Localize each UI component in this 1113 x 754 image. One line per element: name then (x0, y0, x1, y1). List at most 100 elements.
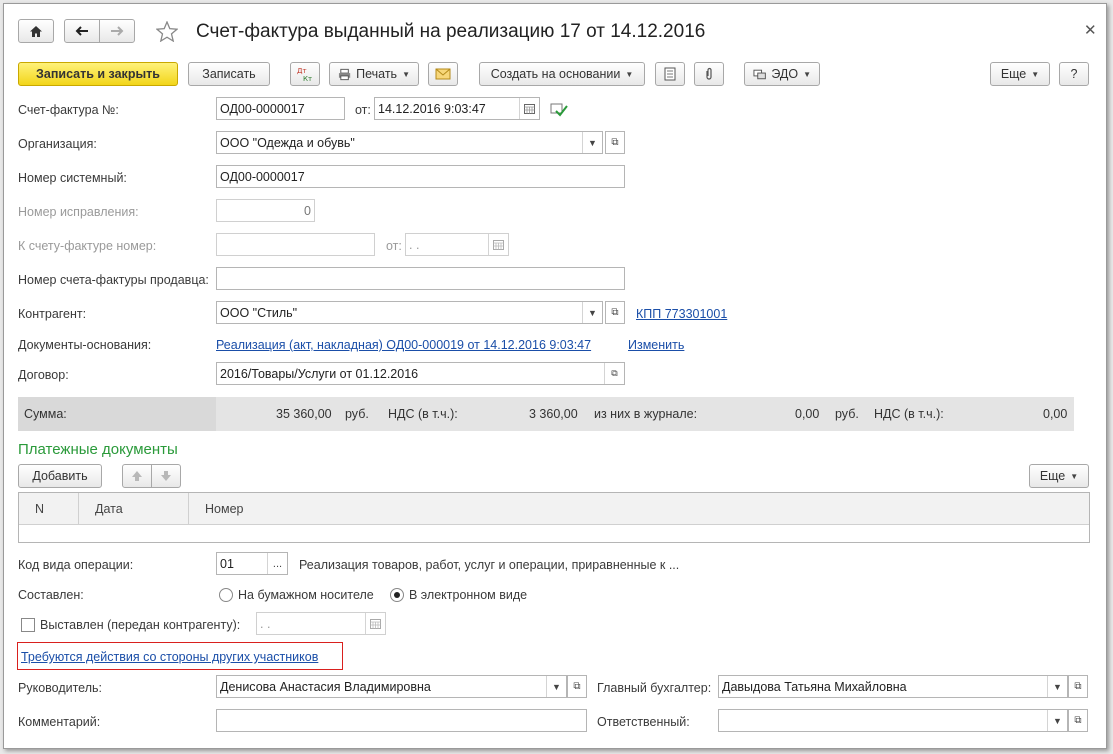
operation-code-field[interactable]: 01 ... (216, 552, 288, 575)
document-button[interactable] (655, 62, 685, 86)
organization-field[interactable]: ООО "Одежда и обувь" ▼ (216, 131, 603, 154)
head-value: Денисова Анастасия Владимировна (220, 679, 431, 694)
seller-invoice-number-field[interactable] (216, 267, 625, 290)
base-document-link[interactable]: Реализация (акт, накладная) ОД00-000019 … (216, 338, 591, 352)
payments-table[interactable]: N Дата Номер (18, 492, 1090, 543)
create-based-on-button[interactable]: Создать на основании ▼ (479, 62, 645, 86)
home-icon (30, 25, 42, 37)
correction-number-value: 0 (304, 203, 311, 218)
to-invoice-date-field[interactable]: . . (405, 233, 509, 256)
head-open-button[interactable]: ⧉ (567, 675, 587, 698)
chevron-down-icon[interactable]: ▼ (1047, 676, 1067, 697)
electronic-radio[interactable] (390, 588, 404, 602)
more-button[interactable]: Еще ▼ (990, 62, 1050, 86)
payments-more-button[interactable]: Еще ▼ (1029, 464, 1089, 488)
action-required-link[interactable]: Требуются действия со стороны других уча… (21, 650, 318, 664)
calendar-icon[interactable] (488, 234, 508, 255)
system-number-field[interactable]: ОД00-0000017 (216, 165, 625, 188)
organization-value: ООО "Одежда и обувь" (220, 135, 355, 150)
invoice-form-window: Счет-фактура выданный на реализацию 17 о… (3, 3, 1107, 749)
correction-number-field[interactable]: 0 (216, 199, 315, 222)
chief-accountant-open-button[interactable]: ⧉ (1068, 675, 1088, 698)
responsible-label: Ответственный: (597, 715, 690, 729)
paper-radio-label: На бумажном носителе (238, 588, 374, 602)
arrow-left-icon (75, 26, 88, 36)
check-status-icon (550, 101, 568, 120)
open-form-icon: ⧉ (1074, 681, 1082, 692)
open-form-icon[interactable]: ⧉ (604, 363, 624, 384)
organization-label: Организация: (18, 137, 97, 151)
sum-label: Сумма: (24, 407, 67, 421)
journal-vat-label: НДС (в т.ч.): (874, 407, 944, 421)
page-title: Счет-фактура выданный на реализацию 17 о… (196, 21, 706, 42)
printer-icon (338, 68, 351, 80)
comment-field[interactable] (216, 709, 587, 732)
payments-table-header: N Дата Номер (19, 493, 1089, 525)
close-icon: ✕ (1084, 22, 1097, 39)
back-button[interactable] (64, 19, 100, 43)
save-and-close-button[interactable]: Записать и закрыть (18, 62, 178, 86)
select-operation-button[interactable]: ... (267, 553, 287, 574)
dt-kt-button[interactable]: Дт Кт (290, 62, 320, 86)
move-down-button[interactable] (151, 464, 181, 488)
add-payment-button[interactable]: Добавить (18, 464, 102, 488)
vat-label: НДС (в т.ч.): (388, 407, 458, 421)
move-up-button[interactable] (122, 464, 152, 488)
responsible-field[interactable]: ▼ (718, 709, 1068, 732)
home-button[interactable] (18, 19, 54, 43)
print-button[interactable]: Печать ▼ (329, 62, 419, 86)
calendar-icon[interactable] (519, 98, 539, 119)
invoice-number-field[interactable]: ОД00-0000017 (216, 97, 345, 120)
chevron-down-icon[interactable]: ▼ (1047, 710, 1067, 731)
print-label: Печать (356, 67, 398, 81)
to-invoice-label: К счету-фактуре номер: (18, 239, 157, 253)
contract-field[interactable]: 2016/Товары/Услуги от 01.12.2016 ⧉ (216, 362, 625, 385)
chevron-down-icon[interactable]: ▼ (582, 302, 602, 323)
chief-accountant-field[interactable]: Давыдова Татьяна Михайловна ▼ (718, 675, 1068, 698)
send-email-button[interactable] (428, 62, 458, 86)
change-base-documents-link[interactable]: Изменить (628, 338, 684, 352)
help-button[interactable]: ? (1059, 62, 1089, 86)
dt-kt-icon: ДтКт (297, 67, 312, 82)
invoice-date-value: 14.12.2016 9:03:47 (378, 101, 486, 116)
forward-button[interactable] (99, 19, 135, 43)
chief-accountant-label: Главный бухгалтер: (597, 681, 712, 695)
paper-radio[interactable] (219, 588, 233, 602)
edo-icon (753, 69, 766, 80)
chevron-down-icon[interactable]: ▼ (546, 676, 566, 697)
counterparty-open-button[interactable]: ⧉ (605, 301, 625, 324)
column-date[interactable]: Дата (79, 493, 189, 525)
open-form-icon: ⧉ (573, 681, 581, 692)
open-form-icon: ⧉ (1074, 715, 1082, 726)
attach-files-button[interactable] (694, 62, 724, 86)
operation-code-label: Код вида операции: (18, 558, 134, 572)
favorite-star-button[interactable] (155, 20, 179, 45)
close-button[interactable]: ✕ (1084, 21, 1097, 39)
invoice-number-value: ОД00-0000017 (220, 101, 305, 116)
head-field[interactable]: Денисова Анастасия Владимировна ▼ (216, 675, 567, 698)
to-invoice-field[interactable] (216, 233, 375, 256)
chevron-down-icon: ▼ (803, 69, 811, 79)
kpp-link[interactable]: КПП 773301001 (636, 307, 727, 321)
edo-label: ЭДО (771, 67, 799, 81)
invoice-date-field[interactable]: 14.12.2016 9:03:47 (374, 97, 540, 120)
comment-label: Комментарий: (18, 715, 101, 729)
counterparty-value: ООО "Стиль" (220, 305, 298, 320)
sum-currency: руб. (345, 407, 369, 421)
column-number[interactable]: Номер (189, 493, 1089, 525)
counterparty-field[interactable]: ООО "Стиль" ▼ (216, 301, 603, 324)
issued-date-field[interactable]: . . (256, 612, 386, 635)
journal-vat-value: 0,00 (1043, 407, 1068, 421)
save-button[interactable]: Записать (188, 62, 270, 86)
column-n[interactable]: N (19, 493, 79, 525)
correction-number-label: Номер исправления: (18, 205, 139, 219)
chevron-down-icon[interactable]: ▼ (582, 132, 602, 153)
calendar-icon[interactable] (365, 613, 385, 634)
contract-label: Договор: (18, 368, 69, 382)
issued-checkbox[interactable] (21, 618, 35, 632)
edo-button[interactable]: ЭДО ▼ (744, 62, 820, 86)
chevron-down-icon: ▼ (402, 69, 410, 79)
responsible-open-button[interactable]: ⧉ (1068, 709, 1088, 732)
create-based-on-label: Создать на основании (490, 67, 621, 81)
organization-open-button[interactable]: ⧉ (605, 131, 625, 154)
